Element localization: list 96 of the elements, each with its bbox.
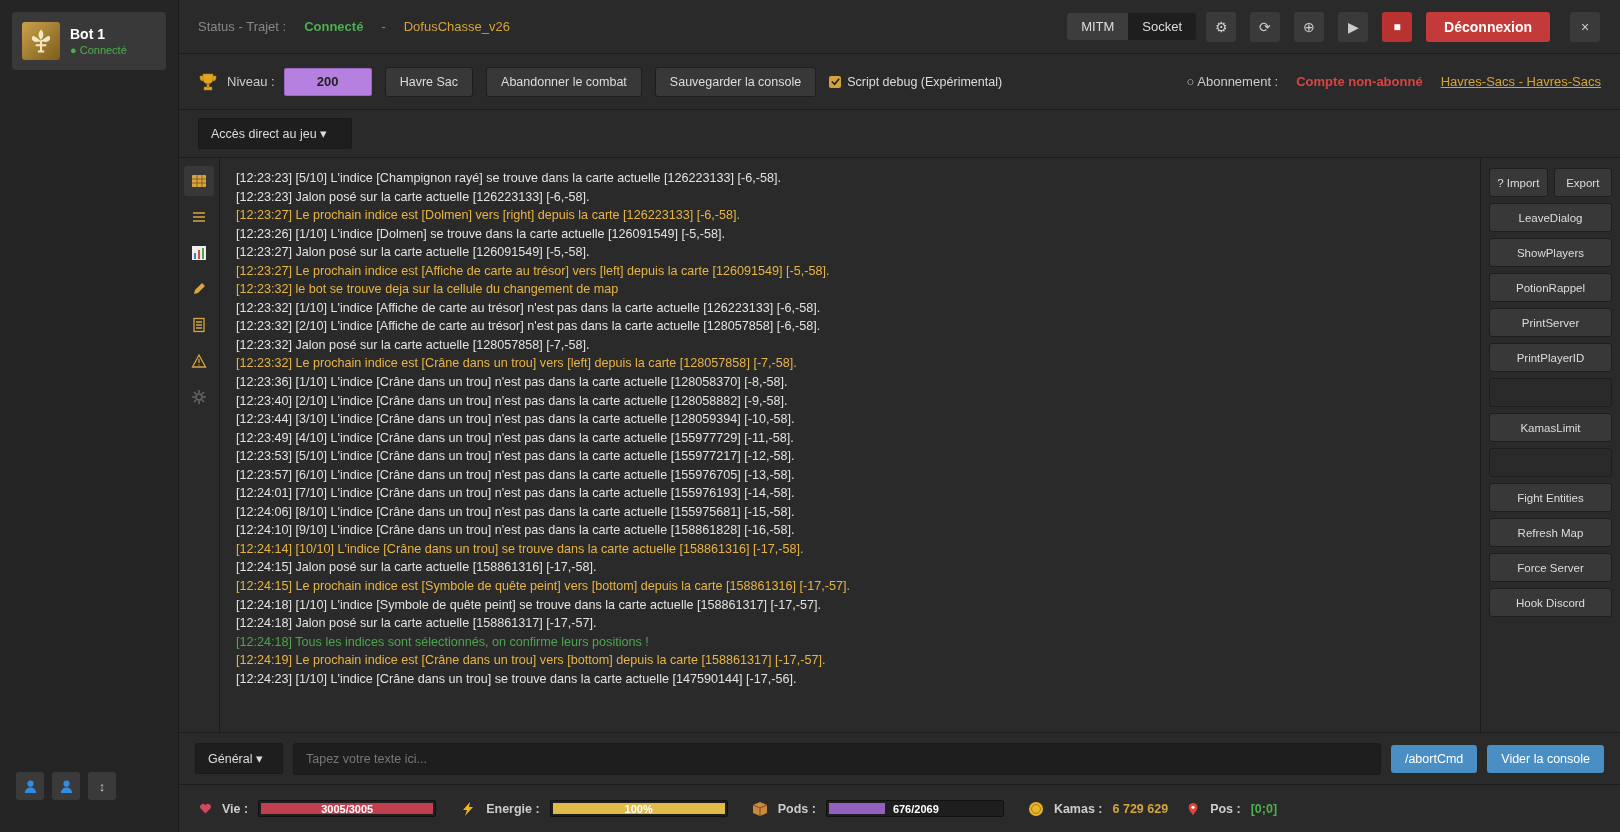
log-line: [12:23:32] [1/10] L'indice [Affiche de carte au trésor] n'est pas dans la carte actuelle [126223133] [-6,-58]. bbox=[236, 299, 822, 317]
checkbox[interactable] bbox=[829, 75, 842, 88]
user-icon bbox=[22, 778, 38, 794]
command-button[interactable]: KamasLimit bbox=[1489, 413, 1612, 442]
bot-status: ● Connecté bbox=[70, 44, 127, 56]
log-line: [12:23:27] Jalon posé sur la carte actuelle [126091549] [-5,-58]. bbox=[236, 244, 591, 262]
log-line: [12:24:18] Jalon posé sur la carte actuelle [158861317] [-17,-57]. bbox=[236, 615, 598, 633]
channel-dropdown[interactable]: Général ▾ bbox=[195, 743, 283, 774]
havre-sac-link[interactable]: Havres-Sacs - Havres-Sacs bbox=[1440, 74, 1601, 89]
log-line: [12:24:18] [1/10] L'indice [Symbole de quête peint] se trouve dans la carte actuelle [158861317] [-17,-57]. bbox=[236, 596, 822, 614]
command-button[interactable]: Fight Entities bbox=[1489, 483, 1612, 512]
user-icon bbox=[58, 778, 74, 794]
log-line: [12:23:57] [6/10] L'indice [Crâne dans un trou] n'est pas dans la carte actuelle [155976705] [-13,-58]. bbox=[236, 466, 796, 484]
stat-reading: 100% bbox=[623, 801, 654, 816]
connection-status: Connecté bbox=[304, 19, 364, 34]
toolbar-button[interactable]: ▶ bbox=[1338, 11, 1369, 42]
log-line: [12:24:01] [7/10] L'indice [Crâne dans un trou] n'est pas dans la carte actuelle [155976193] [-14,-58]. bbox=[236, 485, 796, 503]
toolbar-button[interactable]: Abandonner le combat bbox=[486, 66, 642, 97]
stat-label: Pods : bbox=[777, 801, 816, 816]
log-line: [12:23:32] le bot se trouve deja sur la cellule du changement de map bbox=[236, 281, 620, 299]
import-button[interactable]: ? Import bbox=[1489, 168, 1548, 197]
stat-reading: 3005/3005 bbox=[320, 801, 375, 816]
log-line: [12:23:23] Jalon posé sur la carte actuelle [126223133] [-6,-58]. bbox=[236, 188, 591, 206]
stat-reading: 676/2069 bbox=[892, 801, 940, 816]
document-icon bbox=[191, 317, 207, 333]
box-icon bbox=[751, 800, 768, 817]
close-button[interactable]: × bbox=[1570, 11, 1600, 42]
gear-icon bbox=[191, 389, 207, 405]
heart-icon bbox=[199, 802, 212, 815]
toolbar-button[interactable]: Sauvegarder la console bbox=[654, 66, 817, 97]
game-access-dropdown[interactable]: Accès direct au jeu ▾ bbox=[198, 118, 352, 149]
mode-tab[interactable]: MITM bbox=[1067, 13, 1129, 40]
log-line: [12:24:06] [8/10] L'indice [Crâne dans un trou] n'est pas dans la carte actuelle [155975681] [-15,-58]. bbox=[236, 503, 796, 521]
log-line: [12:23:44] [3/10] L'indice [Crâne dans un trou] n'est pas dans la carte actuelle [128059394] [-10,-58]. bbox=[236, 411, 796, 429]
log-line: [12:23:40] [2/10] L'indice [Crâne dans un trou] n'est pas dans la carte actuelle [128058882] [-9,-58]. bbox=[236, 392, 789, 410]
kamas-value: 6 729 629 bbox=[1112, 801, 1169, 816]
stat-label: Energie : bbox=[486, 801, 540, 816]
grid-tab[interactable] bbox=[184, 166, 214, 196]
command-button[interactable]: PrintPlayerID bbox=[1489, 343, 1612, 372]
log-line: [12:23:26] [1/10] L'indice [Dolmen] se trouve dans la carte actuelle [126091549] [-5,-58]. bbox=[236, 225, 726, 243]
log-line: [12:23:36] [1/10] L'indice [Crâne dans un trou] n'est pas dans la carte actuelle [128058370] [-8,-58]. bbox=[236, 374, 789, 391]
toolbar-button[interactable]: ⚙ bbox=[1206, 11, 1237, 42]
warning-icon bbox=[191, 353, 207, 369]
script-name: DofusChasse_v26 bbox=[403, 19, 510, 34]
command-button[interactable]: Hook Discord bbox=[1489, 588, 1612, 617]
command-button[interactable]: PrintServer bbox=[1489, 308, 1612, 337]
disconnect-button[interactable]: Déconnexion bbox=[1426, 11, 1550, 42]
message-field[interactable]: Tapez votre texte ici... bbox=[293, 742, 1381, 775]
log-line: [12:23:27] Le prochain indice est [Dolmen] vers [right] depuis la carte [126223133] [-6,-58]. bbox=[236, 207, 742, 225]
log-line: [12:23:32] [2/10] L'indice [Affiche de carte au trésor] n'est pas dans la carte actuelle [128057858] [-6,-58]. bbox=[236, 318, 822, 336]
log-line: [12:23:53] [5/10] L'indice [Crâne dans un trou] n'est pas dans la carte actuelle [155977217] [-12,-58]. bbox=[236, 448, 796, 466]
command-button[interactable]: Refresh Map bbox=[1489, 518, 1612, 547]
log-line: [12:23:32] Le prochain indice est [Crâne dans un trou] vers [left] depuis la carte [128057858] [-7,-58]. bbox=[236, 355, 798, 373]
position-value: [0;0] bbox=[1250, 801, 1278, 816]
log-line: [12:23:32] Jalon posé sur la carte actuelle [128057858] [-7,-58]. bbox=[236, 336, 591, 354]
log-line: [12:24:19] Le prochain indice est [Crâne dans un trou] vers [bottom] depuis la carte [158861317] [-17,-57]. bbox=[236, 652, 827, 670]
trophy-icon bbox=[198, 71, 218, 92]
user-button[interactable] bbox=[52, 772, 80, 800]
grid-icon bbox=[191, 173, 207, 189]
status-label: Status - Trajet : bbox=[198, 19, 287, 34]
log-line: [12:23:27] Le prochain indice est [Affiche de carte au trésor] vers [left] depuis la carte [126091549] [-5,-58]. bbox=[236, 262, 831, 280]
kamas-label: Kamas : bbox=[1053, 801, 1103, 816]
toolbar-button[interactable]: ■ bbox=[1382, 11, 1413, 42]
log-line: [12:24:14] [10/10] L'indice [Crâne dans un trou] se trouve dans la carte actuelle [158861316] [-17,-58]. bbox=[236, 540, 805, 558]
log-line: [12:24:10] [9/10] L'indice [Crâne dans un trou] n'est pas dans la carte actuelle [158861828] [-16,-58]. bbox=[236, 522, 796, 540]
log-line: [12:24:15] Le prochain indice est [Symbole de quête peint] vers [bottom] depuis la carte [158861316] [-17,-57]. bbox=[236, 578, 851, 596]
log-line: [12:23:49] [4/10] L'indice [Crâne dans un trou] n'est pas dans la carte actuelle [155977729] [-11,-58]. bbox=[236, 429, 795, 447]
stat-label: Vie : bbox=[222, 801, 249, 816]
level-field: 200 bbox=[283, 67, 372, 96]
list-icon bbox=[191, 209, 207, 225]
command-button[interactable]: PotionRappel bbox=[1489, 273, 1612, 302]
chart-icon bbox=[191, 245, 207, 261]
command-button[interactable]: ShowPlayers bbox=[1489, 238, 1612, 267]
export-button[interactable]: Export bbox=[1553, 168, 1612, 197]
subscription-label: ○ Abonnement : bbox=[1186, 74, 1279, 89]
separator-text: - bbox=[381, 19, 386, 34]
sort-button[interactable]: ↕ bbox=[88, 772, 116, 800]
bot-card[interactable]: Bot 1 ● Connecté bbox=[12, 12, 166, 70]
command-button[interactable]: Force Server bbox=[1489, 553, 1612, 582]
log-line: [12:24:18] Tous les indices sont sélectionnés, on confirme leurs positions ! bbox=[236, 633, 650, 651]
command-button[interactable]: LeaveDialog bbox=[1489, 203, 1612, 232]
pencil-icon bbox=[191, 281, 207, 297]
user-button[interactable] bbox=[16, 772, 44, 800]
toolbar-button[interactable]: ⟳ bbox=[1250, 11, 1281, 42]
fleur-de-lis-icon bbox=[22, 22, 60, 60]
log-line: [12:24:23] [1/10] L'indice [Crâne dans un trou] se trouve dans la carte actuelle [147590144] [-17,-56]. bbox=[236, 670, 798, 688]
position-label: Pos : bbox=[1210, 801, 1241, 816]
level-label: Niveau : bbox=[227, 74, 275, 89]
coin-icon bbox=[1027, 800, 1044, 817]
log-line: [12:24:15] Jalon posé sur la carte actuelle [158861316] [-17,-58]. bbox=[236, 559, 598, 577]
bot-name: Bot 1 bbox=[70, 26, 106, 42]
toolbar-button[interactable]: ⊕ bbox=[1294, 11, 1325, 42]
subscription-status: Compte non-abonné bbox=[1296, 74, 1423, 89]
log-line: [12:23:23] [5/10] L'indice [Champignon rayé] se trouve dans la carte actuelle [126223133] [-6,-58]. bbox=[236, 170, 782, 187]
mode-tab[interactable]: Socket bbox=[1128, 13, 1197, 40]
toolbar-button[interactable]: Havre Sac bbox=[384, 66, 474, 97]
